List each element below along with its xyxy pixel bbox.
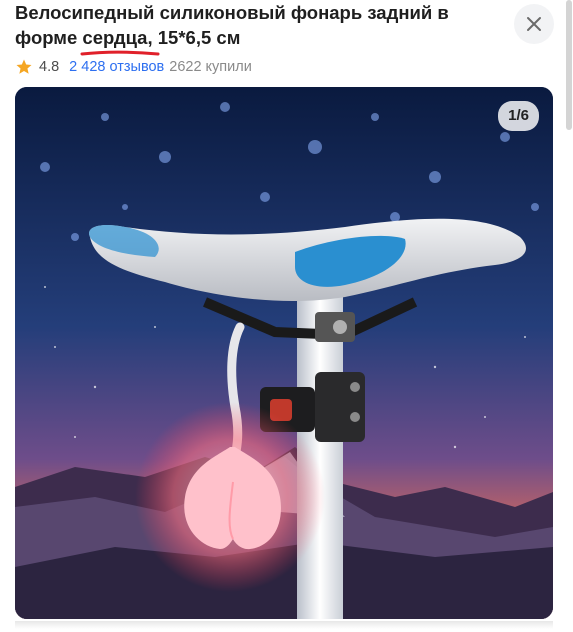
product-title: Велосипедный силиконовый фонарь задний в…	[15, 0, 495, 56]
image-counter: 1/6	[498, 101, 539, 131]
close-icon	[527, 17, 541, 31]
rating-value: 4.8	[39, 59, 60, 75]
rating-row: 4.8 2 428 отзывов 2622 купили	[15, 57, 252, 77]
star-icon	[16, 59, 32, 74]
reviews-link[interactable]: 2 428 отзывов	[69, 59, 164, 75]
product-title-size: , 15*6,5 см	[147, 27, 241, 48]
product-photo	[15, 87, 553, 619]
red-underline-annotation	[80, 50, 160, 56]
close-button[interactable]	[514, 4, 554, 44]
purchase-count: 2622 купили	[169, 59, 252, 75]
product-image-gallery[interactable]: 1/6	[15, 87, 553, 619]
scrollbar[interactable]	[566, 0, 572, 130]
highlighted-word: сердца	[80, 25, 160, 56]
gallery-bottom-edge	[15, 621, 553, 629]
highlighted-word-text: сердца	[82, 27, 148, 48]
